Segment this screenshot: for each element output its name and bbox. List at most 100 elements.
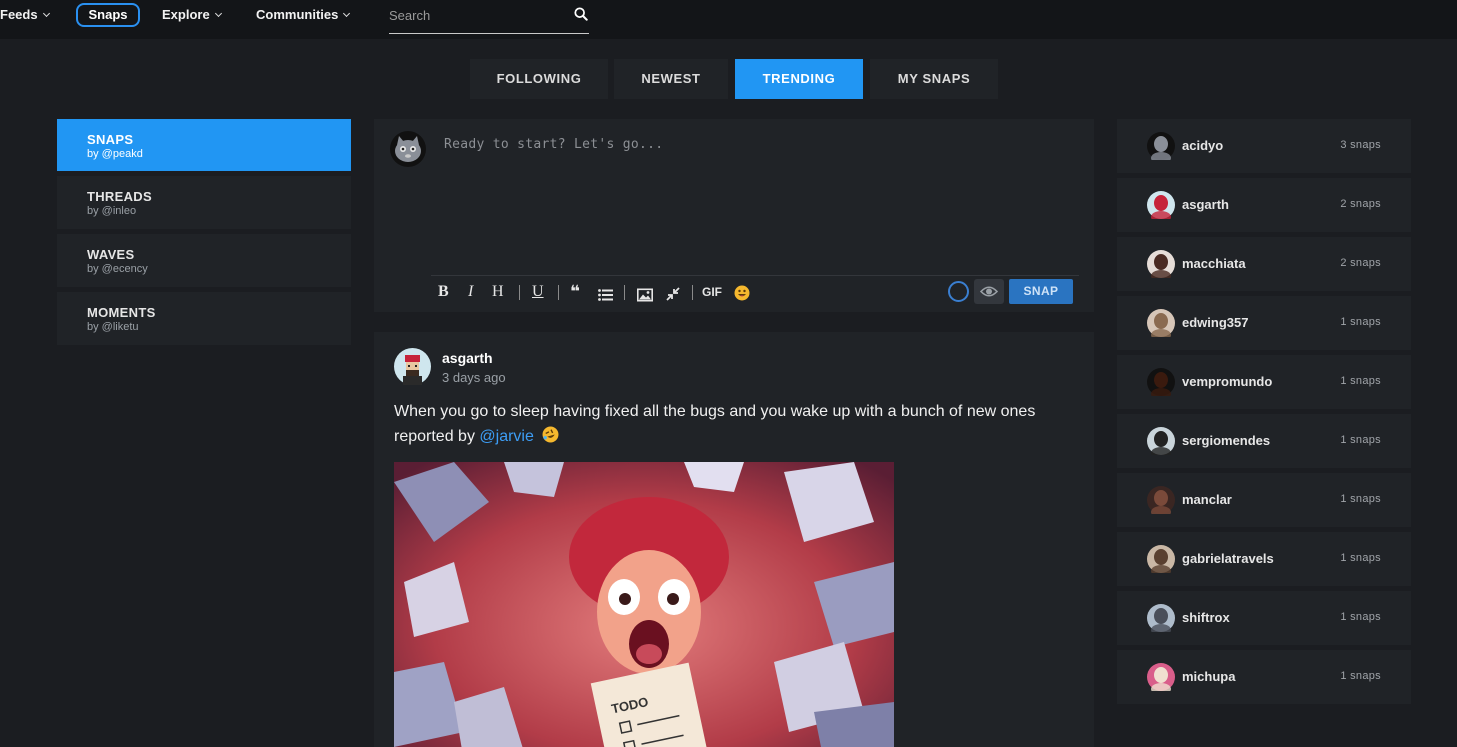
user-row[interactable]: macchiata 2 snaps <box>1117 237 1411 291</box>
avatar <box>1147 427 1175 455</box>
user-row[interactable]: shiftrox 1 snaps <box>1117 591 1411 645</box>
snap-count: 1 snaps <box>1340 670 1381 682</box>
italic-icon[interactable]: I <box>468 283 473 301</box>
eye-icon <box>979 286 999 297</box>
emoji-icon[interactable] <box>734 284 750 302</box>
user-name: sergiomendes <box>1182 433 1271 448</box>
toolbar-separator <box>558 285 559 300</box>
bold-icon[interactable]: B <box>438 283 449 301</box>
toolbar-separator <box>519 285 520 300</box>
nav-snaps-button[interactable]: Snaps <box>76 3 140 27</box>
compress-icon[interactable] <box>666 285 680 303</box>
toolbar-separator <box>692 285 693 300</box>
menu-item-subtitle: by @ecency <box>87 263 148 275</box>
snap-post: asgarth 3 days ago When you go to sleep … <box>374 332 1094 747</box>
snap-count: 1 snaps <box>1340 552 1381 564</box>
user-row[interactable]: acidyo 3 snaps <box>1117 119 1411 173</box>
menu-item-subtitle: by @peakd <box>87 148 143 160</box>
avatar <box>390 131 426 167</box>
user-name: acidyo <box>1182 138 1224 153</box>
tab-newest[interactable]: NEWEST <box>614 59 728 99</box>
post-body: When you go to sleep having fixed all th… <box>394 399 1054 449</box>
snap-count: 2 snaps <box>1340 198 1381 210</box>
tab-following[interactable]: FOLLOWING <box>470 59 608 99</box>
user-row[interactable]: asgarth 2 snaps <box>1117 178 1411 232</box>
snap-composer: B I H U ❝ GIF SNAP <box>374 119 1094 312</box>
nav-explore-dropdown[interactable]: Explore <box>162 0 222 30</box>
avatar <box>1147 132 1175 160</box>
user-row[interactable]: gabrielatravels 1 snaps <box>1117 532 1411 586</box>
snap-count: 1 snaps <box>1340 434 1381 446</box>
tab-my-snaps[interactable]: MY SNAPS <box>870 59 998 99</box>
snap-count: 2 snaps <box>1340 257 1381 269</box>
menu-item-title: WAVES <box>87 247 135 262</box>
mention-link[interactable]: @jarvie <box>479 428 533 445</box>
menu-item-moments[interactable]: MOMENTS by @liketu <box>57 292 351 345</box>
search-icon[interactable] <box>574 7 588 21</box>
post-timestamp: 3 days ago <box>442 370 506 385</box>
avatar <box>1147 545 1175 573</box>
heading-icon[interactable]: H <box>492 283 504 301</box>
snap-count: 1 snaps <box>1340 611 1381 623</box>
nav-feeds-dropdown[interactable]: Feeds <box>0 0 50 30</box>
user-name: michupa <box>1182 669 1236 684</box>
search-box <box>389 0 589 34</box>
user-row[interactable]: edwing357 1 snaps <box>1117 296 1411 350</box>
toolbar-divider <box>431 275 1079 276</box>
user-name: manclar <box>1182 492 1232 507</box>
avatar <box>1147 486 1175 514</box>
preview-button[interactable] <box>974 279 1004 304</box>
menu-item-snaps[interactable]: SNAPS by @peakd <box>57 119 351 171</box>
snap-submit-button[interactable]: SNAP <box>1009 279 1073 304</box>
snap-count: 1 snaps <box>1340 375 1381 387</box>
user-row[interactable]: manclar 1 snaps <box>1117 473 1411 527</box>
image-icon[interactable] <box>637 286 653 304</box>
avatar <box>1147 309 1175 337</box>
rofl-emoji-icon <box>542 426 559 443</box>
user-name: macchiata <box>1182 256 1246 271</box>
post-image[interactable]: TODO <box>394 462 894 747</box>
quote-icon[interactable]: ❝ <box>570 283 580 301</box>
avatar <box>1147 663 1175 691</box>
search-input[interactable] <box>389 0 559 30</box>
avatar <box>1147 250 1175 278</box>
avatar <box>1147 368 1175 396</box>
avatar <box>1147 191 1175 219</box>
user-name: shiftrox <box>1182 610 1230 625</box>
menu-item-title: THREADS <box>87 189 152 204</box>
snap-count: 1 snaps <box>1340 316 1381 328</box>
menu-item-subtitle: by @inleo <box>87 205 137 217</box>
character-counter-ring <box>948 281 969 302</box>
avatar <box>1147 604 1175 632</box>
user-row[interactable]: michupa 1 snaps <box>1117 650 1411 704</box>
chevron-down-icon <box>42 9 50 18</box>
avatar[interactable] <box>394 348 431 385</box>
user-name: vempromundo <box>1182 374 1273 389</box>
chevron-down-icon <box>343 9 351 18</box>
user-row[interactable]: vempromundo 1 snaps <box>1117 355 1411 409</box>
user-name: edwing357 <box>1182 315 1249 330</box>
user-row[interactable]: sergiomendes 1 snaps <box>1117 414 1411 468</box>
post-author[interactable]: asgarth <box>442 350 493 366</box>
underline-icon[interactable]: U <box>532 283 544 301</box>
user-name: asgarth <box>1182 197 1229 212</box>
gif-button[interactable]: GIF <box>702 283 722 301</box>
menu-item-title: MOMENTS <box>87 305 156 320</box>
menu-item-subtitle: by @liketu <box>87 321 139 333</box>
post-illustration: TODO <box>394 462 894 747</box>
menu-item-title: SNAPS <box>87 132 134 147</box>
user-name: gabrielatravels <box>1182 551 1274 566</box>
chevron-down-icon <box>214 9 222 18</box>
toolbar-separator <box>624 285 625 300</box>
snap-count: 3 snaps <box>1340 139 1381 151</box>
menu-item-waves[interactable]: WAVES by @ecency <box>57 234 351 287</box>
snap-text-input[interactable] <box>444 137 1074 277</box>
snap-count: 1 snaps <box>1340 493 1381 505</box>
nav-explore-label: Explore <box>162 7 210 22</box>
list-icon[interactable] <box>598 286 613 304</box>
nav-communities-dropdown[interactable]: Communities <box>256 0 351 30</box>
nav-feeds-label: Feeds <box>0 7 38 22</box>
menu-item-threads[interactable]: THREADS by @inleo <box>57 176 351 229</box>
tab-trending[interactable]: TRENDING <box>735 59 863 99</box>
nav-communities-label: Communities <box>256 7 339 22</box>
